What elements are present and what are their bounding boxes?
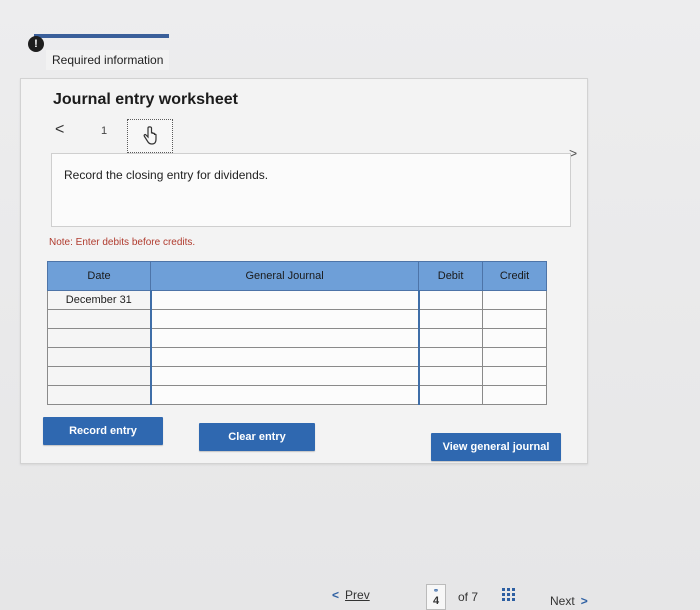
- table-row: [46, 385, 547, 405]
- account-cell[interactable]: [149, 347, 420, 367]
- account-cell[interactable]: [149, 290, 420, 310]
- debit-cell[interactable]: [418, 309, 484, 329]
- account-cell[interactable]: [149, 385, 420, 405]
- chevron-right-icon: >: [580, 594, 588, 608]
- next-button[interactable]: Next >: [550, 594, 588, 608]
- clear-entry-button[interactable]: Clear entry: [199, 423, 315, 451]
- chevron-left-icon[interactable]: <: [55, 121, 64, 139]
- next-label: Next: [550, 594, 575, 608]
- credit-cell[interactable]: [482, 366, 547, 386]
- prev-label: Prev: [345, 588, 370, 602]
- credit-cell[interactable]: [482, 309, 547, 329]
- record-entry-button[interactable]: Record entry: [43, 417, 163, 445]
- credit-cell[interactable]: [482, 385, 547, 405]
- date-cell[interactable]: [46, 347, 152, 367]
- account-cell[interactable]: [149, 309, 420, 329]
- current-page-box[interactable]: ⚭ 4: [426, 584, 446, 610]
- question-pager: < Prev ⚭ 4 of 7 Next >: [320, 584, 610, 610]
- view-general-journal-button[interactable]: View general journal: [431, 433, 561, 461]
- table-row: December 31: [46, 290, 547, 310]
- table-row: [46, 309, 547, 329]
- instruction-box: Record the closing entry for dividends.: [51, 153, 571, 227]
- credit-cell[interactable]: [482, 328, 547, 348]
- prev-button[interactable]: < Prev: [332, 588, 370, 602]
- table-row: [46, 347, 547, 367]
- hand-pointer-icon: [143, 126, 157, 145]
- entry-number-1[interactable]: 1: [101, 125, 107, 137]
- header-debit: Debit: [418, 261, 484, 291]
- journal-table: Date General Journal Debit Credit Decemb…: [46, 261, 547, 405]
- date-cell[interactable]: [46, 366, 152, 386]
- chevron-left-icon: <: [332, 588, 340, 602]
- current-page-number: 4: [432, 595, 440, 607]
- table-row: [46, 366, 547, 386]
- note-text: Note: Enter debits before credits.: [49, 237, 196, 248]
- credit-cell[interactable]: [482, 347, 547, 367]
- debit-cell[interactable]: [418, 385, 484, 405]
- entry-number-2-selected[interactable]: [127, 119, 173, 153]
- header-date: Date: [46, 261, 152, 291]
- page: ! Required information Journal entry wor…: [0, 0, 700, 610]
- header-general-journal: General Journal: [150, 261, 420, 291]
- header-credit: Credit: [482, 261, 547, 291]
- debit-cell[interactable]: [418, 366, 484, 386]
- instruction-text: Record the closing entry for dividends.: [64, 168, 269, 182]
- debit-cell[interactable]: [418, 328, 484, 348]
- account-cell[interactable]: [149, 328, 420, 348]
- link-icon: ⚭: [432, 586, 440, 595]
- date-cell[interactable]: [46, 385, 152, 405]
- table-header-row: Date General Journal Debit Credit: [46, 261, 547, 291]
- date-cell[interactable]: [46, 328, 152, 348]
- account-cell[interactable]: [149, 366, 420, 386]
- table-row: [46, 328, 547, 348]
- debit-cell[interactable]: [418, 347, 484, 367]
- date-cell[interactable]: [46, 309, 152, 329]
- date-cell[interactable]: December 31: [46, 290, 152, 310]
- required-info-label[interactable]: Required information: [46, 50, 170, 70]
- debit-cell[interactable]: [418, 290, 484, 310]
- worksheet-title: Journal entry worksheet: [53, 91, 238, 108]
- credit-cell[interactable]: [482, 290, 547, 310]
- required-info-header: ! Required information: [28, 34, 173, 74]
- journal-worksheet-card: Journal entry worksheet < 1 > Record the…: [20, 78, 588, 464]
- grid-icon[interactable]: [502, 588, 516, 602]
- alert-icon: !: [28, 36, 44, 52]
- header-accent-bar: [34, 34, 169, 38]
- page-total: of 7: [458, 590, 479, 604]
